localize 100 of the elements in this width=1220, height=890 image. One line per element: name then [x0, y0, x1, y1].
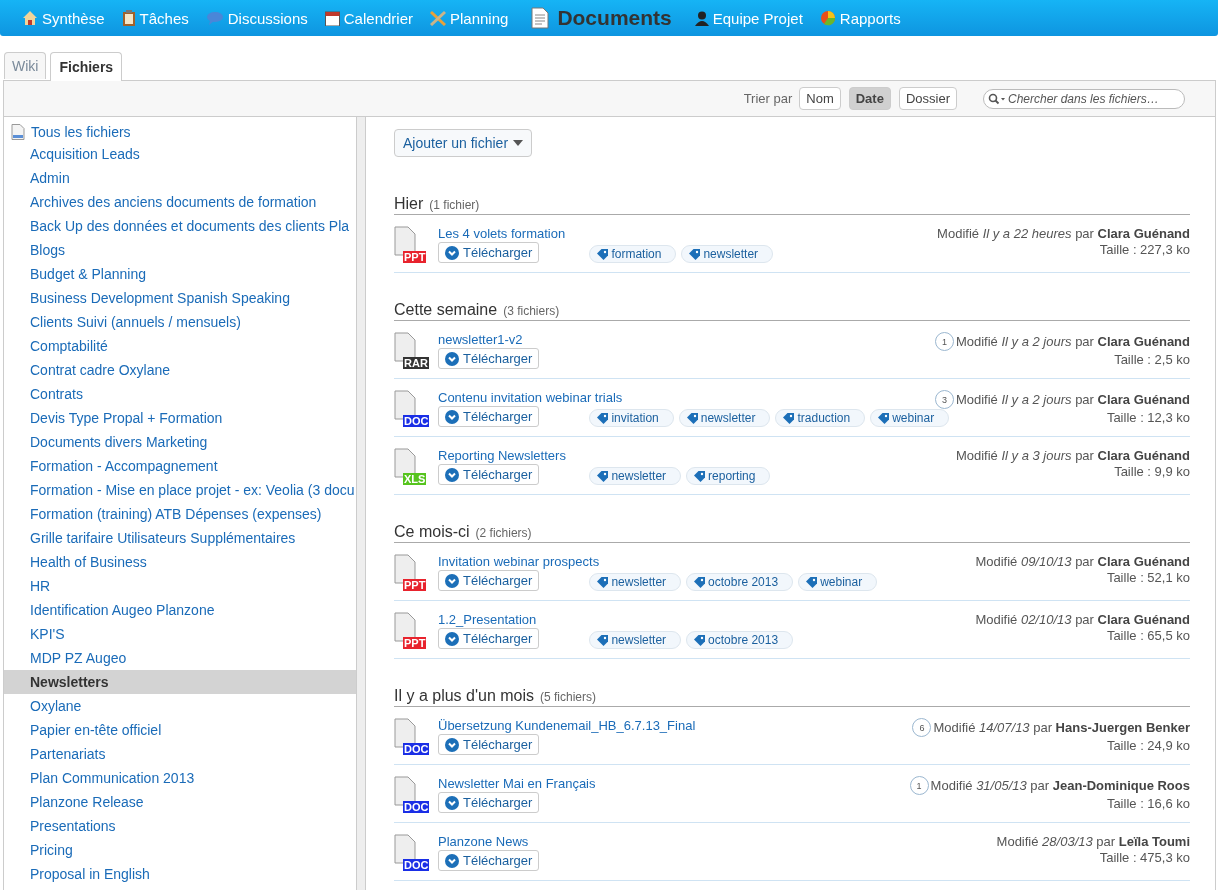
file-name-link[interactable]: newsletter1-v2 [438, 332, 523, 347]
folder-link[interactable]: Contrats [4, 382, 356, 406]
file-count: (3 fichiers) [503, 304, 560, 318]
tag[interactable]: newsletter [589, 631, 682, 649]
folder-link[interactable]: Comptabilité [4, 334, 356, 358]
folder-link[interactable]: Proposal in English [4, 862, 356, 886]
folder-link[interactable]: Partenariats [4, 742, 356, 766]
nav-link[interactable]: Documents [531, 6, 672, 30]
add-file-button[interactable]: Ajouter un fichier [394, 129, 533, 157]
file-size: Taille : 2,5 ko [1114, 352, 1190, 367]
tag-icon [806, 576, 818, 588]
download-button[interactable]: Télécharger [438, 792, 540, 813]
folder-link[interactable]: Formation (training) ATB Dépenses (expenses) [4, 502, 356, 526]
tag[interactable]: newsletter [681, 245, 774, 263]
house-icon [22, 10, 38, 26]
tag[interactable]: newsletter [589, 467, 682, 485]
tab[interactable]: Fichiers [50, 52, 123, 81]
folder-link[interactable]: Blogs [4, 238, 356, 262]
section-title: Ce mois-ci [394, 523, 470, 541]
folder-link[interactable]: Archives des anciens documents de formation [4, 190, 356, 214]
tag[interactable]: traduction [775, 409, 866, 427]
folder-link[interactable]: Papier en-tête officiel [4, 718, 356, 742]
download-button[interactable]: Télécharger [438, 464, 540, 485]
sort-button[interactable]: Date [848, 87, 891, 110]
file-name-link[interactable]: Reporting Newsletters [438, 448, 566, 463]
tag-icon [878, 412, 890, 424]
tag-icon [597, 470, 609, 482]
download-button[interactable]: Télécharger [438, 734, 540, 755]
download-button[interactable]: Télécharger [438, 628, 540, 649]
download-button[interactable]: Télécharger [438, 406, 540, 427]
sort-button[interactable]: Dossier [898, 87, 957, 110]
comment-count-badge[interactable]: 6 [912, 718, 932, 737]
file-name-link[interactable]: Newsletter Mai en Français [438, 776, 596, 791]
comment-count-badge[interactable]: 1 [934, 332, 954, 351]
folder-link[interactable]: Planzone Release [4, 790, 356, 814]
download-button[interactable]: Télécharger [438, 242, 540, 263]
folder-link[interactable]: Formation - Accompagnement [4, 454, 356, 478]
search-field[interactable]: Chercher dans les fichiers… [983, 88, 1185, 109]
tag-icon [597, 576, 609, 588]
tag[interactable]: invitation [589, 409, 674, 427]
tag[interactable]: webinar [870, 409, 950, 427]
tag-icon [694, 576, 706, 588]
file-name-link[interactable]: Planzone News [438, 834, 529, 849]
folder-link[interactable]: Clients Suivi (annuels / mensuels) [4, 310, 356, 334]
folder-link[interactable]: Oxylane [4, 694, 356, 718]
tag[interactable]: reporting [686, 467, 771, 485]
tab[interactable]: Wiki [4, 52, 47, 79]
folder-link[interactable]: Grille tarifaire Utilisateurs Supplémentaires [4, 526, 356, 550]
comment-count-badge[interactable]: 3 [934, 390, 954, 409]
folder-link[interactable]: Presentations [4, 814, 356, 838]
modified-info: Modifié Il y a 22 heures par Clara Guénand [937, 226, 1190, 241]
tag-icon [694, 634, 706, 646]
tag[interactable]: webinar [798, 573, 878, 591]
file-name-link[interactable]: Contenu invitation webinar trials [438, 390, 623, 405]
speech-bubble-icon [205, 11, 224, 25]
folder-link[interactable]: Acquisition Leads [4, 142, 356, 166]
folder-link[interactable]: Pricing [4, 838, 356, 862]
tag[interactable]: newsletter [678, 409, 771, 427]
folder-link[interactable]: Newsletters [4, 670, 356, 694]
folder-link[interactable]: Admin [4, 166, 356, 190]
chevron-down-icon [445, 351, 459, 366]
file-name-link[interactable]: Les 4 volets formation [438, 226, 566, 241]
folder-link[interactable]: KPI'S [4, 622, 356, 646]
folder-link[interactable]: Back Up des données et documents des clients Pla [4, 214, 356, 238]
tag[interactable]: newsletter [589, 573, 682, 591]
folder-link[interactable]: Contrat cadre Oxylane [4, 358, 356, 382]
download-button[interactable]: Télécharger [438, 570, 540, 591]
pie-chart-icon [819, 10, 836, 26]
folder-link[interactable]: Formation - Mise en place projet - ex: Veolia (3 docu [4, 478, 356, 502]
file-name-link[interactable]: Invitation webinar prospects [438, 554, 600, 569]
folder-link[interactable]: Budget & Planning [4, 262, 356, 286]
folder-link[interactable]: HR [4, 574, 356, 598]
folder-link[interactable]: MDP PZ Augeo [4, 646, 356, 670]
tag-icon [597, 248, 609, 260]
folder-link[interactable]: Health of Business [4, 550, 356, 574]
comment-count-badge[interactable]: 1 [909, 776, 929, 795]
download-button[interactable]: Télécharger [438, 348, 540, 369]
sort-label: Trier par [743, 91, 793, 106]
download-button[interactable]: Télécharger [438, 850, 540, 871]
folder-link[interactable]: Devis Type Propal + Formation [4, 406, 356, 430]
folder-link[interactable]: Identification Augeo Planzone [4, 598, 356, 622]
tag-icon [783, 412, 795, 424]
file-name-link[interactable]: Übersetzung Kundenemail_HB_6.7.13_Final [438, 718, 696, 733]
document-icon [11, 124, 25, 140]
file-size: Taille : 475,3 ko [1099, 850, 1190, 865]
folder-link[interactable]: Business Development Spanish Speaking [4, 286, 356, 310]
folder-link[interactable]: Tous les fichiers [4, 122, 356, 142]
tag[interactable]: octobre 2013 [686, 573, 794, 591]
tag-icon [686, 412, 698, 424]
search-icon [988, 92, 1006, 105]
sort-button[interactable]: Nom [799, 87, 841, 110]
calendar-icon [324, 10, 340, 26]
folder-link[interactable]: Documents divers Marketing [4, 430, 356, 454]
file-count: (1 fichier) [429, 198, 480, 212]
tag-icon [597, 634, 609, 646]
scrollbar[interactable] [356, 117, 366, 890]
folder-link[interactable]: Plan Communication 2013 [4, 766, 356, 790]
tag[interactable]: formation [589, 245, 677, 263]
file-name-link[interactable]: 1.2_Presentation [438, 612, 537, 627]
tag[interactable]: octobre 2013 [686, 631, 794, 649]
